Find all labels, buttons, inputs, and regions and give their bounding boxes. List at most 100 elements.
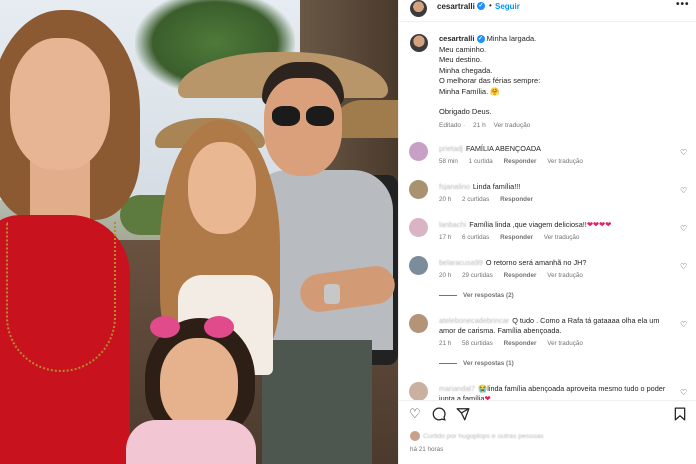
sep: · [463, 122, 466, 129]
caption-username[interactable]: cesartralli [439, 34, 474, 43]
heart-icon[interactable]: ♡ [409, 407, 421, 421]
commenter-username[interactable]: atelebonecadebrincar [439, 316, 509, 325]
commenter-username[interactable]: fsjanalino [439, 182, 470, 191]
see-translation-link[interactable]: Ver tradução [494, 122, 531, 129]
reply-button[interactable]: Responder [504, 272, 537, 279]
comment-like-heart-icon[interactable]: ♡ [680, 224, 687, 233]
commenter-avatar[interactable] [409, 218, 428, 237]
comment-age: 20 h [439, 272, 452, 279]
comment-meta: 58 min 1 curtida Responder Ver tradução [439, 158, 592, 165]
post-header: cesartralli ✓ • Seguir ••• [399, 0, 696, 22]
edited-label: Editado [439, 122, 462, 129]
comment-body: belaracusa99 O retorno será amanhã no JH? [439, 258, 677, 268]
post-side-panel: cesartralli ✓ • Seguir ••• cesartralli ✓… [398, 0, 696, 464]
author-avatar[interactable] [410, 0, 427, 17]
post-photo[interactable] [0, 0, 398, 464]
more-options-icon[interactable]: ••• [676, 0, 690, 10]
comment-likes[interactable]: 58 curtidas [462, 340, 493, 347]
share-icon[interactable] [456, 407, 470, 424]
liked-by: Curtido por hugoplops e outras pessoas [410, 431, 544, 441]
comment-likes[interactable]: 29 curtidas [462, 272, 493, 279]
bookmark-icon[interactable] [674, 407, 686, 424]
reply-button[interactable]: Responder [500, 234, 533, 241]
comment-icon[interactable] [432, 407, 446, 424]
reply-button[interactable]: Responder [500, 196, 533, 203]
caption-line: Minha Família. 🤗 [439, 86, 500, 96]
person-kid-face [160, 338, 238, 430]
comment-meta: 17 h 6 curtidas Responder Ver tradução [439, 234, 588, 241]
person-man-sunglasses [272, 106, 336, 128]
reply-button[interactable]: Responder [504, 158, 537, 165]
person-kid-bow [204, 316, 234, 338]
liked-by-prefix: Curtido por [423, 432, 457, 440]
person-woman-face [10, 38, 110, 170]
caption-meta: Editado · 21 h Ver tradução [439, 122, 536, 129]
commenter-avatar[interactable] [409, 314, 428, 333]
view-replies-button[interactable]: Ver respostas (2) [439, 292, 514, 299]
liked-by-suffix[interactable]: e outras pessoas [492, 433, 544, 440]
post-timestamp: há 21 horas [410, 446, 444, 453]
comment-age: 17 h [439, 234, 452, 241]
comment-likes[interactable]: 1 curtida [469, 158, 493, 165]
caption-line: Minha chegada. [439, 65, 493, 75]
comment-likes[interactable]: 6 curtidas [462, 234, 489, 241]
commenter-username[interactable]: belaracusa99 [439, 258, 483, 267]
comment-body: prietadj FAMÍLIA ABENÇOADA [439, 144, 677, 154]
red-hearts-emoji: ❤❤❤❤ [586, 220, 612, 229]
person-kid-shirt [126, 420, 256, 464]
caption-line: Meu caminho. [439, 44, 487, 54]
comment-like-heart-icon[interactable]: ♡ [680, 148, 687, 157]
person-kid-bow [150, 316, 180, 338]
liker-avatar [410, 431, 420, 441]
verified-icon: ✓ [477, 2, 485, 10]
person-girl-face [188, 142, 256, 234]
comment-like-heart-icon[interactable]: ♡ [680, 262, 687, 271]
comment-text: O retorno será amanhã no JH? [485, 258, 587, 267]
comment-age: 58 min [439, 158, 458, 165]
comment-body: fsjanalino Linda família!!! [439, 182, 677, 192]
comment-like-heart-icon[interactable]: ♡ [680, 186, 687, 195]
comment-meta: 21 h 58 curtidas Responder Ver tradução [439, 340, 592, 347]
comment-like-heart-icon[interactable]: ♡ [680, 320, 687, 329]
person-man-pants [262, 340, 372, 464]
commenter-avatar[interactable] [409, 180, 428, 199]
caption-age: 21 h [473, 122, 486, 129]
verified-icon: ✓ [476, 35, 485, 44]
see-translation-link[interactable]: Ver tradução [547, 340, 583, 347]
caption-line: O melhorar das férias sempre: [439, 76, 541, 85]
commenter-avatar[interactable] [409, 256, 428, 275]
author-username[interactable]: cesartralli [437, 2, 475, 11]
reply-button[interactable]: Responder [504, 340, 537, 347]
caption-avatar[interactable] [410, 34, 428, 52]
commenter-username[interactable]: prietadj [439, 144, 463, 153]
follow-button[interactable]: Seguir [495, 2, 520, 11]
commenter-avatar[interactable] [409, 382, 428, 401]
comment-likes[interactable]: 2 curtidas [462, 196, 489, 203]
commenter-username[interactable]: mariandal7 [439, 384, 475, 393]
see-translation-link[interactable]: Ver tradução [547, 272, 583, 279]
comment-body: lanbachi Família linda ,que viagem delici… [439, 220, 677, 230]
view-replies-button[interactable]: Ver respostas (1) [439, 360, 514, 367]
person-woman-necklace [6, 222, 116, 372]
see-translation-link[interactable]: Ver tradução [544, 234, 580, 241]
comment-text: Família linda ,que viagem deliciosa!! [469, 220, 587, 229]
caption-line: Obrigado Deus. [439, 107, 492, 116]
commenter-avatar[interactable] [409, 142, 428, 161]
comment-age: 20 h [439, 196, 452, 203]
caption-text: cesartralli ✓ Minha largada. Meu caminho… [439, 34, 689, 118]
comment-meta: 20 h 29 curtidas Responder Ver tradução [439, 272, 592, 279]
comment-like-heart-icon[interactable]: ♡ [680, 388, 687, 397]
separator-dot: • [489, 1, 492, 10]
caption-line: Minha largada. [486, 34, 537, 43]
post-actions-bar: ♡ Curtido por hugoplops e outras pessoas… [399, 400, 696, 464]
person-man-watch [324, 284, 340, 304]
liked-by-user[interactable]: hugoplops [459, 433, 490, 440]
comment-body: atelebonecadebrincar Q tudo . Como a Rafa… [439, 316, 677, 336]
see-translation-link[interactable]: Ver tradução [547, 158, 583, 165]
comment-text: Linda família!!! [472, 182, 521, 191]
commenter-username[interactable]: lanbachi [439, 220, 466, 229]
comment-age: 21 h [439, 340, 452, 347]
comment-meta: 20 h 2 curtidas Responder [439, 196, 542, 203]
crying-emoji: 😭 [478, 384, 488, 393]
